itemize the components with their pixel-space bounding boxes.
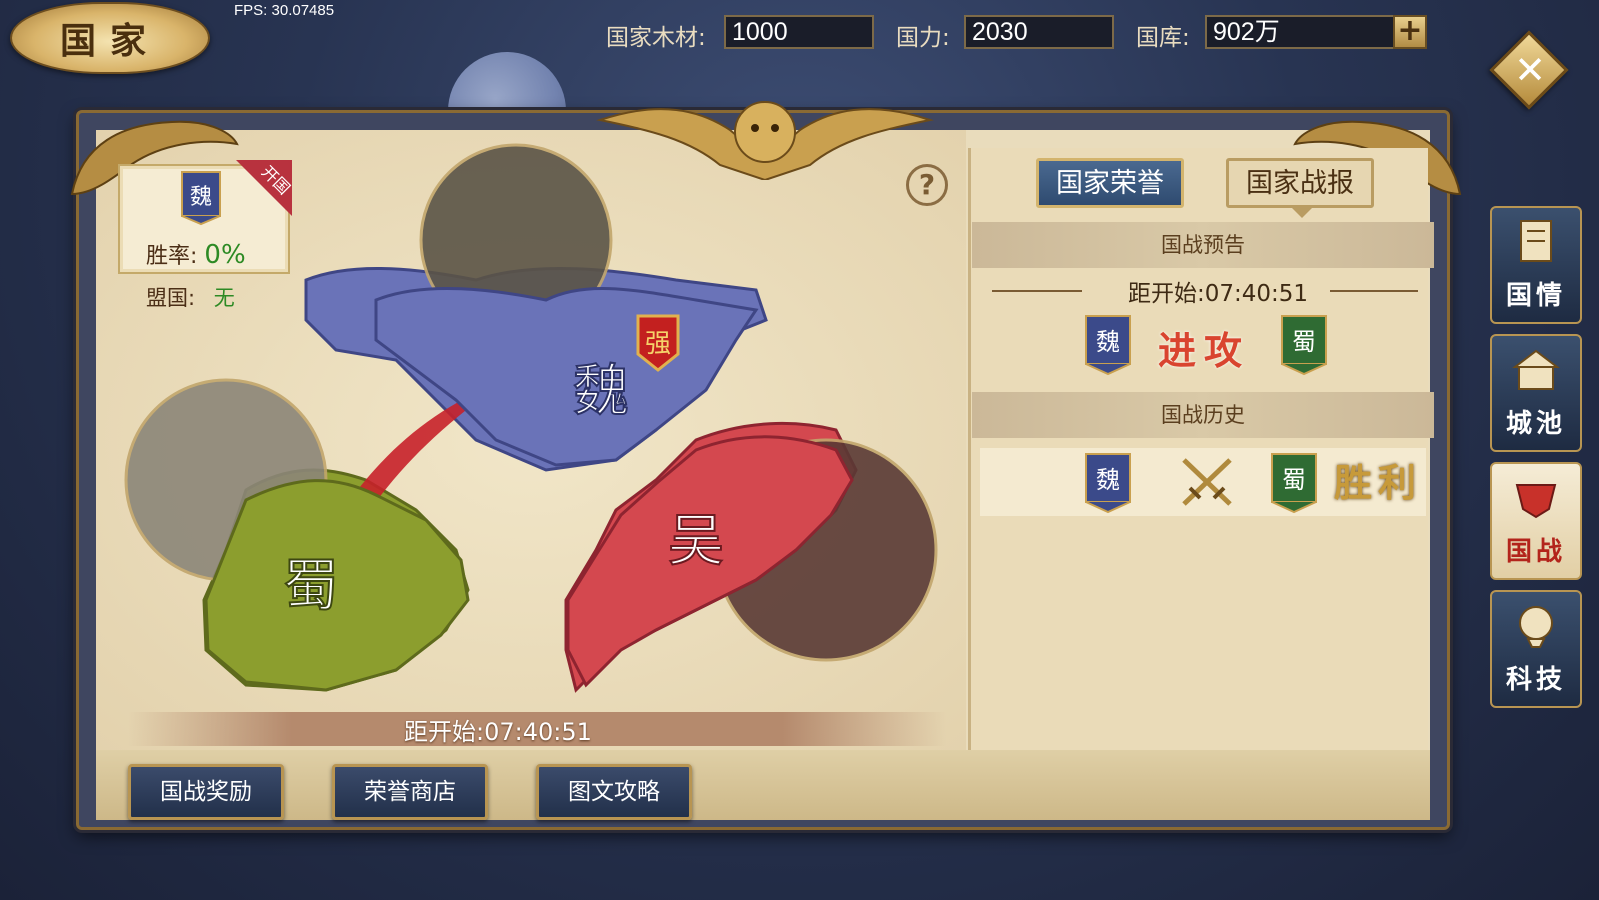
tab-national-honor[interactable]: 国家荣誉	[1036, 158, 1184, 208]
svg-text:魏: 魏	[190, 185, 212, 210]
power-label: 国力:	[896, 25, 950, 51]
defender-banner-icon: 蜀	[1281, 315, 1327, 376]
war-icon	[1515, 484, 1557, 519]
svg-text:蜀: 蜀	[1282, 466, 1306, 494]
wood-label: 国家木材:	[606, 25, 706, 51]
wood-value: 1000	[724, 15, 874, 49]
fps-counter: FPS: 30.07485	[234, 2, 335, 19]
founding-badge: 开国	[236, 160, 292, 216]
svg-text:魏: 魏	[1096, 328, 1120, 356]
page-title: 国家	[59, 20, 160, 62]
winrate-value: 0%	[204, 240, 246, 270]
victory-label: 胜利	[1334, 460, 1423, 505]
history-defender-banner-icon: 蜀	[1271, 453, 1317, 514]
ally-value: 无	[213, 286, 235, 310]
map-countdown: 距开始:07:40:51	[404, 718, 592, 746]
side-menu-label: 城池	[1505, 409, 1566, 439]
tech-icon	[1519, 606, 1553, 648]
winrate-label: 胜率:	[146, 244, 198, 269]
side-menu-label: 国战	[1505, 537, 1566, 567]
svg-text:强: 强	[645, 329, 671, 359]
tab-pointer	[1292, 208, 1312, 218]
help-icon[interactable]: ?	[906, 164, 948, 206]
history-attacker-banner-icon: 魏	[1085, 453, 1131, 514]
attack-label: 进攻	[1158, 328, 1251, 373]
side-menu-national-info[interactable]: 国情	[1490, 206, 1582, 324]
side-menu-label: 国情	[1505, 281, 1566, 311]
war-rewards-button[interactable]: 国战奖励	[128, 764, 284, 820]
wei-banner-icon: 魏	[181, 171, 221, 226]
region-label-shu: 蜀	[283, 554, 339, 619]
ally-row: 盟国: 无	[146, 282, 235, 312]
crossed-swords-icon	[1182, 458, 1232, 506]
treasury-value: 902万	[1205, 15, 1395, 49]
divider-left	[992, 290, 1082, 292]
side-menu-technology[interactable]: 科技	[1490, 590, 1582, 708]
side-menu-cities[interactable]: 城池	[1490, 334, 1582, 452]
scroll-icon	[1520, 220, 1552, 262]
winrate-row: 胜率: 0%	[146, 238, 246, 270]
history-heading: 国战历史	[972, 392, 1434, 438]
region-label-wu: 吴	[668, 509, 724, 574]
treasury-label: 国库:	[1136, 25, 1190, 51]
power-value: 2030	[964, 15, 1114, 49]
preview-heading: 国战预告	[972, 222, 1434, 268]
city-icon	[1512, 349, 1560, 390]
ally-label: 盟国:	[146, 286, 196, 310]
close-icon[interactable]: ✕	[1508, 48, 1552, 92]
attacker-banner-icon: 魏	[1085, 315, 1131, 376]
guide-button[interactable]: 图文攻略	[536, 764, 692, 820]
side-menu-label: 科技	[1505, 665, 1566, 695]
region-label-wei: 魏	[573, 359, 629, 424]
svg-text:魏: 魏	[1096, 466, 1120, 494]
divider-right	[1330, 290, 1418, 292]
bottom-button-strip	[96, 750, 1430, 820]
add-treasury-button[interactable]: +	[1393, 15, 1427, 49]
honor-shop-button[interactable]: 荣誉商店	[332, 764, 488, 820]
dragon-crest	[596, 101, 934, 180]
page-title-badge: 国家	[10, 2, 210, 74]
preview-countdown: 距开始:07:40:51	[1128, 281, 1309, 307]
tab-national-report[interactable]: 国家战报	[1226, 158, 1374, 208]
svg-text:蜀: 蜀	[1292, 328, 1316, 356]
side-menu-national-war[interactable]: 国战	[1490, 462, 1582, 580]
